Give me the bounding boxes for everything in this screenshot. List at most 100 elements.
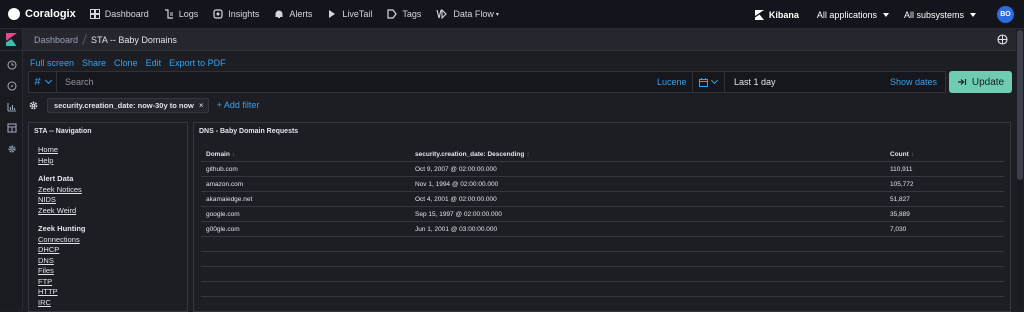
- count-cell: 35,889: [890, 211, 910, 218]
- nav-link-http[interactable]: HTTP: [38, 287, 86, 298]
- kibana-icon: [754, 9, 764, 20]
- kibana-link[interactable]: Kibana: [754, 9, 799, 20]
- nav-link-files[interactable]: Files: [38, 266, 86, 277]
- nav-livetail-label: LiveTail: [342, 9, 373, 19]
- language-toggle[interactable]: Lucene: [657, 77, 687, 87]
- brand-logo[interactable]: Coralogix: [8, 8, 76, 20]
- quick-date-button[interactable]: [699, 76, 719, 87]
- rail-discover[interactable]: [0, 75, 23, 96]
- empty-row: [201, 282, 1004, 297]
- saved-query-button[interactable]: #: [29, 72, 57, 92]
- nav-link-zeek-notices[interactable]: Zeek Notices: [38, 185, 86, 196]
- full-screen-link[interactable]: Full screen: [30, 58, 74, 68]
- chevron-down-icon: [710, 76, 719, 85]
- rail-dashboard[interactable]: [0, 117, 23, 138]
- update-label: Update: [971, 76, 1005, 88]
- nav-link-ftp[interactable]: FTP: [38, 277, 86, 288]
- export-pdf-link[interactable]: Export to PDF: [169, 58, 226, 68]
- top-navbar: Coralogix Dashboard Logs Insights Alerts…: [0, 0, 1024, 29]
- hash-icon: #: [34, 76, 41, 88]
- play-icon: [329, 10, 336, 18]
- nav-link-help[interactable]: Help: [38, 156, 86, 167]
- share-link[interactable]: Share: [82, 58, 106, 68]
- dataflow-chevron-icon: ▾: [495, 11, 499, 18]
- nav-insights-label: Insights: [228, 9, 260, 19]
- nav-link-home[interactable]: Home: [38, 145, 86, 156]
- subsystems-value: All subsystems: [903, 9, 964, 20]
- dns-panel: DNS - Baby Domain Requests Domain ↕ secur…: [193, 122, 1011, 312]
- insights-icon: [213, 9, 223, 19]
- date-cell: Jun 1, 2001 @ 03:00:00.000: [415, 226, 498, 233]
- top-nav: Dashboard Logs Insights Alerts LiveTail …: [89, 9, 514, 19]
- time-range-label[interactable]: Last 1 day: [734, 77, 776, 87]
- nav-tags[interactable]: Tags: [387, 9, 421, 19]
- filter-pill-label: security.creation_date: now-30y to now: [54, 100, 194, 110]
- domain-cell: amazon.com: [206, 181, 244, 188]
- topbar-right: Kibana All applications All subsystems B…: [754, 0, 1014, 29]
- query-bar: # Lucene Last 1 day Show dates: [28, 71, 946, 93]
- globe-icon[interactable]: [997, 34, 1008, 45]
- update-button[interactable]: Update: [949, 71, 1012, 93]
- column-domain[interactable]: Domain ↕: [206, 151, 235, 158]
- user-avatar[interactable]: BO: [997, 6, 1014, 23]
- scrollbar-thumb[interactable]: [1017, 30, 1023, 180]
- breadcrumb-current: STA -- Baby Domains: [91, 34, 177, 45]
- rail-visualize[interactable]: [0, 96, 23, 117]
- applications-caret-icon: [882, 12, 889, 17]
- nav-link-dns[interactable]: DNS: [38, 256, 86, 267]
- count-cell: 110,911: [890, 166, 913, 173]
- sort-icon: ↕: [910, 151, 915, 158]
- count-cell: 105,772: [890, 181, 914, 188]
- divider: [724, 72, 725, 92]
- subsystems-caret-icon: [970, 12, 976, 17]
- rail-settings[interactable]: [0, 138, 23, 159]
- breadcrumb: Dashboard STA -- Baby Domains: [23, 29, 1016, 51]
- nav-dataflow[interactable]: Data Flow ▾: [436, 9, 499, 19]
- brand-name: Coralogix: [25, 8, 76, 20]
- coralogix-logo-icon: [8, 8, 20, 20]
- column-creation-date[interactable]: security.creation_date: Descending ↕: [415, 151, 530, 158]
- search-input[interactable]: [65, 77, 645, 87]
- filter-settings-icon[interactable]: [28, 100, 39, 111]
- nav-dataflow-label: Data Flow: [453, 9, 494, 19]
- clock-icon: [6, 59, 17, 70]
- nav-dashboard-label: Dashboard: [104, 9, 149, 19]
- column-creation-date-label: security.creation_date: Descending: [415, 151, 525, 158]
- count-cell: 7,030: [890, 226, 907, 233]
- nav-link-irc[interactable]: IRC: [38, 298, 86, 309]
- table-row: github.com Oct 9, 2007 @ 02:00:00.000 11…: [201, 162, 1004, 177]
- subsystems-select[interactable]: All subsystems: [904, 10, 976, 20]
- filter-pill[interactable]: security.creation_date: now-30y to now ×: [47, 97, 209, 113]
- nav-dashboard[interactable]: Dashboard: [89, 9, 149, 19]
- remove-filter-icon[interactable]: ×: [199, 101, 204, 110]
- column-count[interactable]: Count ↕: [890, 151, 914, 158]
- nav-logs[interactable]: Logs: [164, 9, 198, 19]
- nav-tags-label: Tags: [402, 9, 422, 19]
- chevron-down-icon: [44, 76, 52, 85]
- page-scrollbar[interactable]: [1017, 30, 1023, 309]
- breadcrumb-dashboard[interactable]: Dashboard: [34, 35, 78, 45]
- nav-alerts[interactable]: Alerts: [274, 9, 312, 19]
- nav-livetail[interactable]: LiveTail: [327, 9, 372, 19]
- edit-link[interactable]: Edit: [146, 58, 162, 68]
- nav-insights[interactable]: Insights: [213, 9, 259, 19]
- alert-data-heading: Alert Data: [38, 174, 74, 183]
- applications-select[interactable]: All applications: [817, 10, 889, 20]
- calendar-icon: [699, 77, 708, 87]
- date-picker: Last 1 day Show dates: [692, 72, 947, 92]
- nav-link-dhcp[interactable]: DHCP: [38, 245, 86, 256]
- rail-recent[interactable]: [0, 54, 23, 75]
- date-cell: Sep 15, 1997 @ 02:00:00.000: [415, 211, 502, 218]
- date-cell: Nov 1, 1994 @ 02:00:00.000: [415, 181, 499, 188]
- zeek-hunting-heading: Zeek Hunting: [38, 224, 86, 233]
- empty-row: [201, 267, 1004, 282]
- nav-link-nids[interactable]: NIDS: [38, 195, 86, 206]
- navigation-list: Home Help Alert Data Zeek Notices NIDS Z…: [38, 145, 86, 308]
- add-filter-button[interactable]: + Add filter: [217, 100, 260, 110]
- nav-link-connections[interactable]: Connections: [38, 235, 86, 246]
- show-dates-link[interactable]: Show dates: [890, 77, 937, 87]
- count-cell: 51,827: [890, 196, 910, 203]
- nav-link-zeek-weird[interactable]: Zeek Weird: [38, 206, 86, 217]
- clone-link[interactable]: Clone: [114, 58, 138, 68]
- kibana-logo[interactable]: [0, 29, 23, 51]
